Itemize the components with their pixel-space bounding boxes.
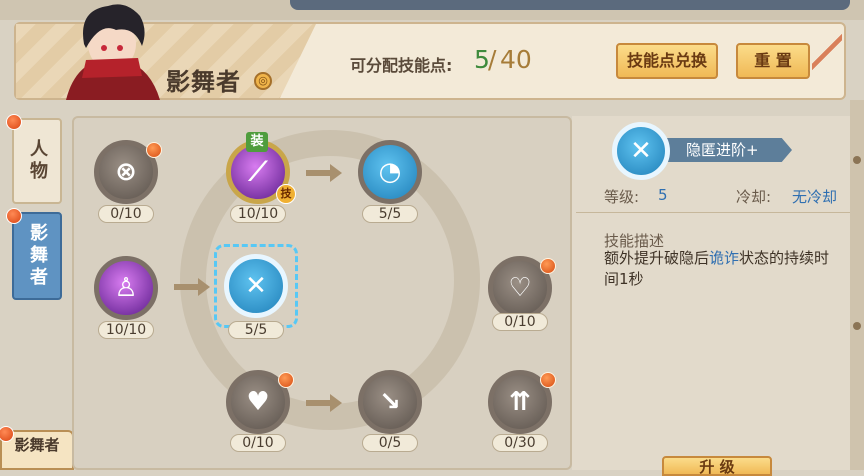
detail-skill-icon: ✕ bbox=[612, 122, 670, 180]
skill-6-level: 0/10 bbox=[492, 313, 548, 331]
skill-5-level: 5/5 bbox=[228, 321, 284, 339]
tree-arrow bbox=[306, 394, 342, 412]
rail-rivet bbox=[853, 156, 861, 164]
upgrade-button[interactable]: 升 级 bbox=[662, 456, 772, 476]
points-separator: / bbox=[488, 45, 497, 74]
skill-3[interactable]: ◔ bbox=[358, 140, 422, 204]
exchange-points-button[interactable]: 技能点兑换 bbox=[616, 43, 718, 79]
skill-tag-badge: 技 bbox=[276, 184, 296, 204]
points-label: 可分配技能点: bbox=[350, 56, 453, 75]
character-name: 影舞者 bbox=[166, 68, 241, 96]
arrows-up-icon: ⇈ bbox=[509, 387, 531, 417]
skill-detail-panel bbox=[572, 116, 850, 470]
upgrade-dot bbox=[540, 372, 556, 388]
skill-8[interactable]: ↘ bbox=[358, 370, 422, 434]
tab-skills[interactable]: 影舞者 bbox=[12, 212, 62, 300]
skill-4-level: 10/10 bbox=[98, 321, 154, 339]
tree-arrow bbox=[306, 164, 342, 182]
tree-arrow bbox=[174, 278, 210, 296]
skill-1-level: 0/10 bbox=[98, 205, 154, 223]
target-icon: ⊗ bbox=[115, 157, 137, 187]
level-value: 5 bbox=[658, 186, 668, 204]
upgrade-dot bbox=[278, 372, 294, 388]
corner-decoration bbox=[812, 24, 842, 74]
skill-3-level: 5/5 bbox=[362, 205, 418, 223]
top-band bbox=[290, 0, 850, 10]
tab-character[interactable]: 人物 bbox=[12, 118, 62, 204]
description-prefix: 额外提升破隐后 bbox=[604, 249, 710, 267]
skill-5-selected[interactable]: ✕ bbox=[224, 254, 288, 318]
skill-name-tag: 隐匿进阶+ bbox=[664, 138, 792, 162]
skill-7-level: 0/10 bbox=[230, 434, 286, 452]
description-keyword: 诡诈 bbox=[709, 249, 740, 267]
shadow-icon: ♙ bbox=[114, 273, 138, 303]
reset-button[interactable]: 重 置 bbox=[736, 43, 810, 79]
character-avatar bbox=[66, 4, 160, 100]
upgrade-dot bbox=[540, 258, 556, 274]
class-badge-icon[interactable]: ◎ bbox=[254, 72, 272, 90]
stealth-icon: ✕ bbox=[245, 271, 267, 301]
skill-8-level: 0/5 bbox=[362, 434, 418, 452]
notification-dot bbox=[6, 114, 22, 130]
divider bbox=[576, 212, 850, 213]
level-label: 等级: bbox=[604, 188, 640, 206]
description-text: 额外提升破隐后诡诈状态的持续时间1秒 bbox=[604, 248, 840, 290]
arrow-down-right-icon: ↘ bbox=[379, 387, 401, 417]
skill-9-level: 0/30 bbox=[492, 434, 548, 452]
rail-rivet bbox=[853, 322, 861, 330]
skill-2-level: 10/10 bbox=[230, 205, 286, 223]
upgrade-dot bbox=[146, 142, 162, 158]
heart-icon: ♥ bbox=[246, 387, 270, 417]
points-max: 40 bbox=[500, 45, 532, 74]
heart-plus-icon: ♡ bbox=[508, 273, 532, 303]
gauge-icon: ◔ bbox=[378, 157, 402, 187]
equipped-badge: 装 bbox=[246, 132, 268, 152]
skill-4[interactable]: ♙ bbox=[94, 256, 158, 320]
stealth-icon: ✕ bbox=[630, 136, 652, 166]
cooldown-value: 无冷却 bbox=[792, 188, 838, 206]
cooldown-label: 冷却: bbox=[736, 188, 772, 206]
notification-dot bbox=[6, 208, 22, 224]
